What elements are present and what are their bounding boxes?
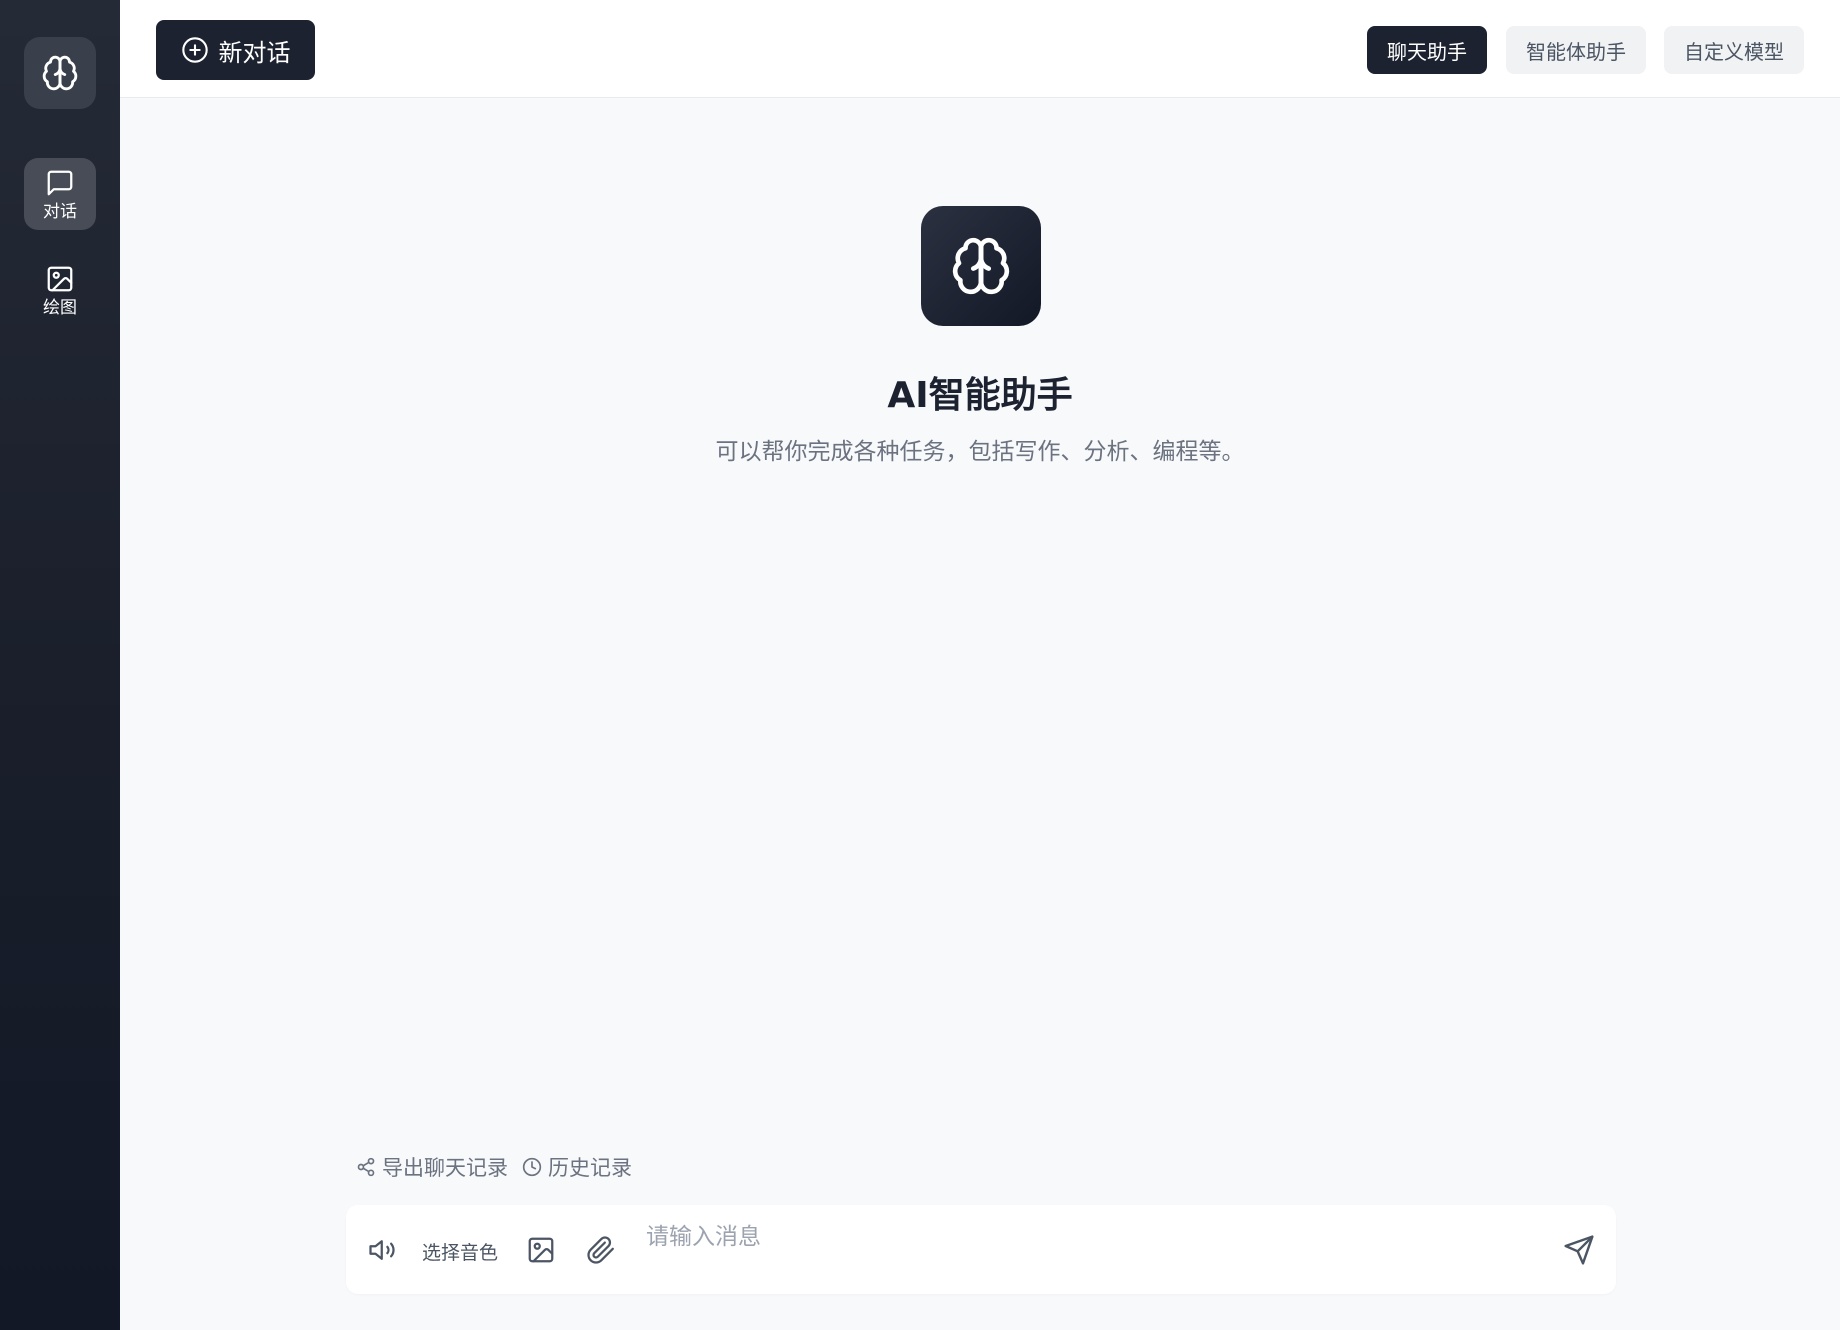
tab-agent-assistant[interactable]: 智能体助手 bbox=[1506, 26, 1646, 74]
app-root: 对话 绘图 新对话 聊天助手 智能体助手 自定义模型 AI智能助手 可以帮你完成… bbox=[0, 0, 1840, 1330]
history-button[interactable]: 历史记录 bbox=[522, 1152, 632, 1182]
speaker-icon bbox=[369, 1240, 395, 1260]
top-bar: 新对话 聊天助手 智能体助手 自定义模型 bbox=[120, 0, 1840, 98]
image-icon bbox=[528, 1237, 554, 1263]
paperclip-icon bbox=[587, 1236, 614, 1264]
message-square-icon bbox=[47, 170, 73, 195]
sidebar-item-label: 绘图 bbox=[43, 297, 77, 318]
send-icon bbox=[1564, 1235, 1594, 1265]
voice-button[interactable] bbox=[366, 1233, 400, 1267]
hero-title: AI智能助手 bbox=[887, 375, 1073, 416]
brain-icon bbox=[42, 55, 78, 91]
sidebar-item-draw[interactable]: 绘图 bbox=[24, 254, 96, 326]
export-chat-label: 导出聊天记录 bbox=[382, 1156, 508, 1180]
voice-select-label[interactable]: 选择音色 bbox=[422, 1238, 498, 1265]
upload-image-button[interactable] bbox=[524, 1233, 558, 1267]
clock-icon bbox=[522, 1157, 542, 1177]
history-label: 历史记录 bbox=[548, 1156, 632, 1180]
image-icon bbox=[47, 266, 73, 291]
plus-circle-icon bbox=[181, 37, 208, 63]
sidebar-logo[interactable] bbox=[24, 37, 96, 109]
new-chat-button[interactable]: 新对话 bbox=[156, 20, 315, 80]
tab-chat-assistant[interactable]: 聊天助手 bbox=[1367, 26, 1487, 74]
sidebar-item-chat[interactable]: 对话 bbox=[24, 158, 96, 230]
sidebar-item-label: 对话 bbox=[43, 201, 77, 222]
hero-subtitle: 可以帮你完成各种任务，包括写作、分析、编程等。 bbox=[715, 439, 1245, 465]
message-composer: 选择音色 bbox=[346, 1205, 1616, 1294]
share-icon bbox=[357, 1157, 375, 1177]
export-chat-button[interactable]: 导出聊天记录 bbox=[356, 1152, 508, 1182]
sidebar: 对话 绘图 bbox=[0, 0, 120, 1330]
brain-icon bbox=[952, 237, 1010, 295]
new-chat-label: 新对话 bbox=[218, 38, 291, 67]
tab-custom-model[interactable]: 自定义模型 bbox=[1664, 26, 1804, 74]
chat-actions: 导出聊天记录 历史记录 bbox=[356, 1152, 632, 1182]
send-button[interactable] bbox=[1560, 1231, 1598, 1269]
hero-logo bbox=[921, 206, 1041, 326]
attach-file-button[interactable] bbox=[584, 1233, 618, 1267]
message-input[interactable] bbox=[646, 1219, 1486, 1255]
